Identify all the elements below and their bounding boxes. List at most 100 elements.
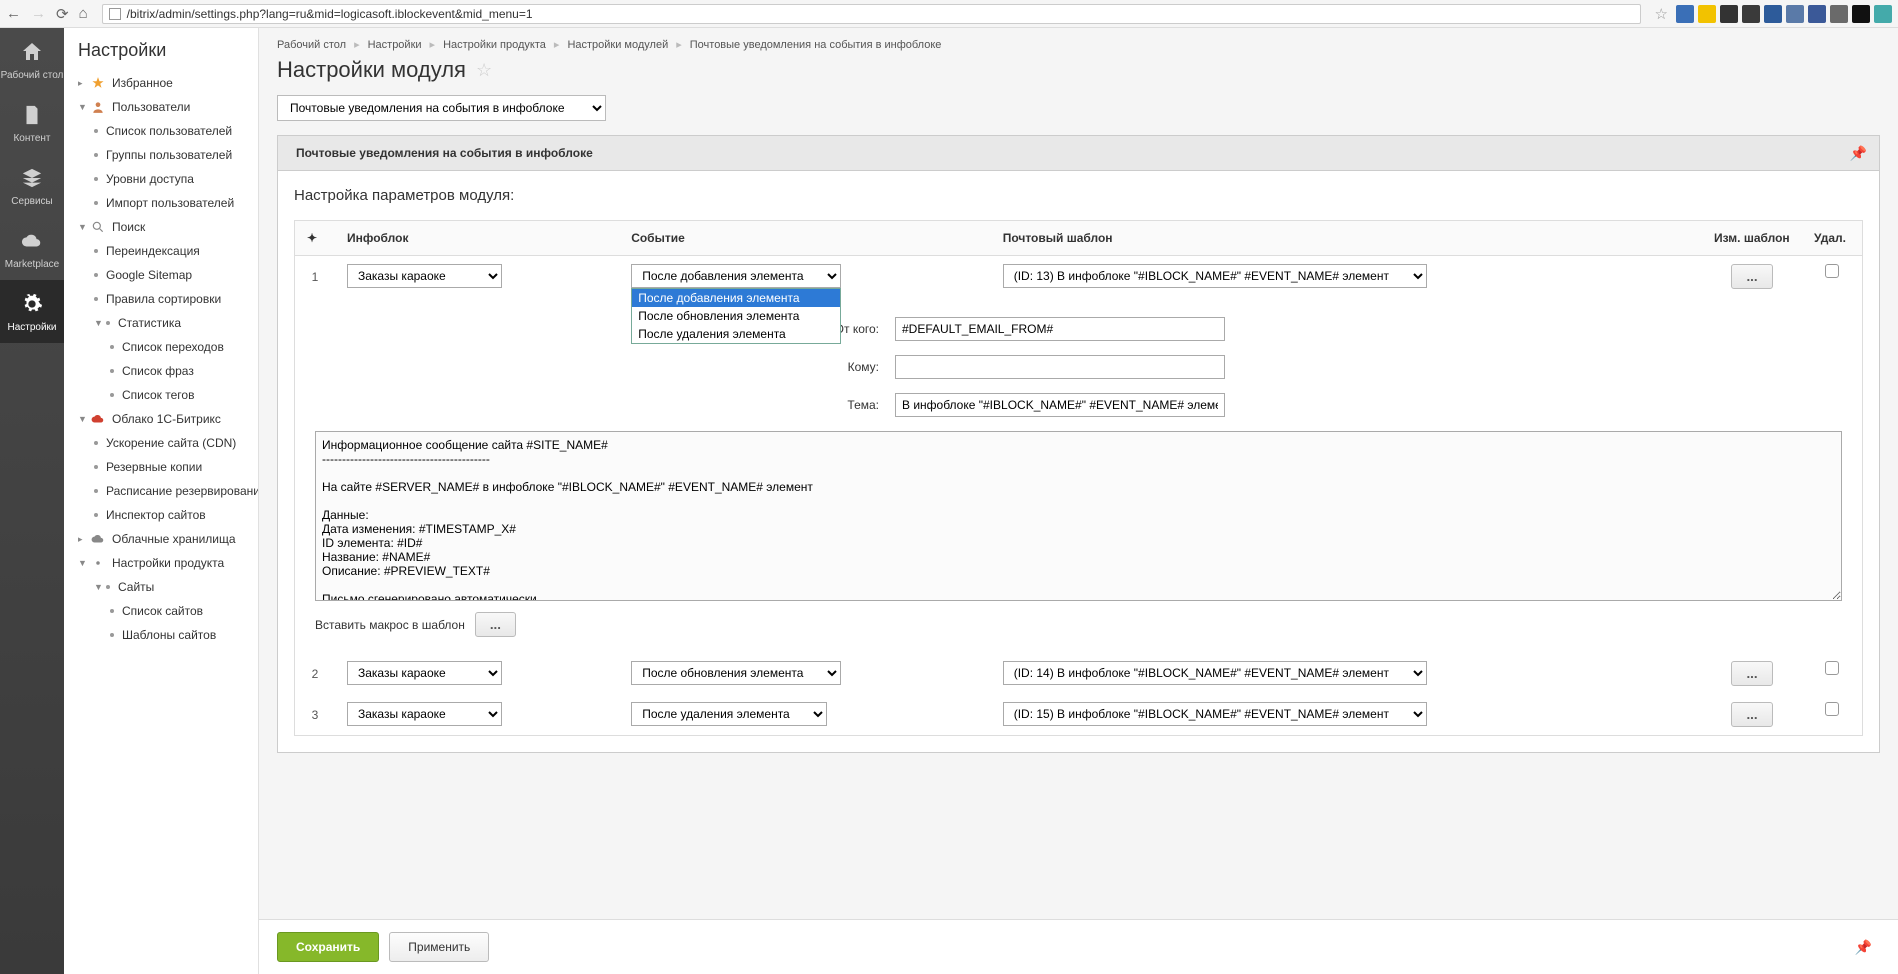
body-textarea[interactable] (315, 431, 1842, 601)
ext-icon[interactable] (1808, 5, 1826, 23)
expand-icon[interactable]: ▸ (78, 78, 88, 89)
breadcrumb-item[interactable]: Почтовые уведомления на события в инфобл… (690, 39, 942, 51)
ext-icon[interactable] (1852, 5, 1870, 23)
event-select[interactable]: После обновления элемента (631, 661, 841, 685)
subject-label: Тема: (315, 398, 895, 412)
forward-icon[interactable]: → (31, 5, 46, 23)
to-input[interactable] (895, 355, 1225, 379)
breadcrumb-item[interactable]: Настройки модулей (567, 39, 668, 51)
pin-icon[interactable]: 📌 (1838, 145, 1879, 162)
macro-button[interactable]: ... (475, 612, 516, 637)
template-select[interactable]: (ID: 15) В инфоблоке "#IBLOCK_NAME#" #EV… (1003, 702, 1427, 726)
rail-label: Рабочий стол (1, 70, 64, 81)
delete-checkbox[interactable] (1825, 702, 1839, 716)
sidebar-item[interactable]: Google Sitemap (64, 263, 258, 287)
dropdown-option[interactable]: После обновления элемента (632, 307, 840, 325)
handle-icon: ✦ (307, 231, 317, 245)
iblock-select[interactable]: Заказы караоке (347, 661, 502, 685)
dropdown-option[interactable]: После добавления элемента (632, 289, 840, 307)
table-row: 2 Заказы караоке После обновления элемен… (295, 653, 1862, 694)
rail-services[interactable]: Сервисы (0, 154, 64, 217)
row-number: 2 (295, 653, 335, 694)
ext-icon[interactable] (1720, 5, 1738, 23)
sidebar-item[interactable]: Шаблоны сайтов (64, 623, 258, 647)
sidebar-item[interactable]: ▸Избранное (64, 71, 258, 95)
ext-icon[interactable] (1676, 5, 1694, 23)
sidebar-item[interactable]: Расписание резервирования (64, 479, 258, 503)
delete-checkbox[interactable] (1825, 264, 1839, 278)
edit-template-button[interactable]: ... (1731, 264, 1772, 289)
ext-icon[interactable] (1830, 5, 1848, 23)
sidebar-item[interactable]: Инспектор сайтов (64, 503, 258, 527)
edit-template-button[interactable]: ... (1731, 661, 1772, 686)
rail-settings[interactable]: Настройки (0, 280, 64, 343)
sidebar-item[interactable]: ▼Пользователи (64, 95, 258, 119)
expand-icon[interactable]: ▼ (78, 222, 88, 232)
sidebar-item[interactable]: Резервные копии (64, 455, 258, 479)
sidebar-item[interactable]: ▼Облако 1С-Битрикс (64, 407, 258, 431)
sidebar-item[interactable]: ▼Статистика (64, 311, 258, 335)
delete-checkbox[interactable] (1825, 661, 1839, 675)
sidebar-item[interactable]: Группы пользователей (64, 143, 258, 167)
ext-icon[interactable] (1698, 5, 1716, 23)
edit-template-button[interactable]: ... (1731, 702, 1772, 727)
url-input[interactable]: /bitrix/admin/settings.php?lang=ru&mid=l… (102, 4, 1641, 24)
breadcrumb-item[interactable]: Настройки (368, 39, 422, 51)
sidebar-item[interactable]: ▸Облачные хранилища (64, 527, 258, 551)
col-edit: Изм. шаблон (1702, 221, 1802, 256)
subject-input[interactable] (895, 393, 1225, 417)
module-select[interactable]: Почтовые уведомления на события в инфобл… (277, 95, 606, 121)
expand-icon[interactable]: ▼ (78, 414, 88, 424)
sidebar-item[interactable]: ▼Настройки продукта (64, 551, 258, 575)
event-select[interactable]: После удаления элемента (631, 702, 827, 726)
back-icon[interactable]: ← (6, 5, 21, 23)
iblock-select[interactable]: Заказы караоке (347, 264, 502, 288)
ext-icon[interactable] (1786, 5, 1804, 23)
expand-icon[interactable]: ▼ (78, 558, 88, 568)
sidebar-item[interactable]: Переиндексация (64, 239, 258, 263)
sidebar-item[interactable]: Правила сортировки (64, 287, 258, 311)
breadcrumb-item[interactable]: Настройки продукта (443, 39, 546, 51)
bookmark-star-icon[interactable]: ☆ (1655, 5, 1668, 23)
breadcrumb-item[interactable]: Рабочий стол (277, 39, 346, 51)
sidebar-item[interactable]: Список переходов (64, 335, 258, 359)
pin-icon[interactable]: 📌 (1855, 939, 1880, 956)
sidebar-item[interactable]: Список тегов (64, 383, 258, 407)
expand-icon[interactable]: ▼ (78, 102, 88, 112)
sidebar-item[interactable]: Список сайтов (64, 599, 258, 623)
template-select[interactable]: (ID: 14) В инфоблоке "#IBLOCK_NAME#" #EV… (1003, 661, 1427, 685)
expand-icon[interactable]: ▼ (94, 582, 104, 592)
home-icon[interactable]: ⌂ (79, 5, 88, 23)
bullet-icon (110, 369, 114, 373)
from-input[interactable] (895, 317, 1225, 341)
ext-icon[interactable] (1874, 5, 1892, 23)
save-button[interactable]: Сохранить (277, 932, 379, 962)
table-row: 1 Заказы караоке После добавления элемен… (295, 256, 1862, 298)
iblock-select[interactable]: Заказы караоке (347, 702, 502, 726)
rail-label: Контент (13, 133, 50, 144)
sidebar-item-label: Импорт пользователей (106, 196, 234, 210)
sidebar-item[interactable]: Ускорение сайта (CDN) (64, 431, 258, 455)
rail-content[interactable]: Контент (0, 91, 64, 154)
sidebar-item[interactable]: Список фраз (64, 359, 258, 383)
rules-table: ✦ Инфоблок Событие Почтовый шаблон Изм. … (295, 221, 1862, 735)
sidebar-item[interactable]: ▼Сайты (64, 575, 258, 599)
dropdown-option[interactable]: После удаления элемента (632, 325, 840, 343)
sidebar-item[interactable]: Уровни доступа (64, 167, 258, 191)
template-select[interactable]: (ID: 13) В инфоблоке "#IBLOCK_NAME#" #EV… (1003, 264, 1427, 288)
tab-main[interactable]: Почтовые уведомления на события в инфобл… (278, 136, 611, 170)
sidebar-item-label: Google Sitemap (106, 268, 192, 282)
expand-icon[interactable]: ▸ (78, 534, 88, 545)
expand-icon[interactable]: ▼ (94, 318, 104, 328)
favorite-star-icon[interactable]: ☆ (476, 60, 492, 81)
reload-icon[interactable]: ⟳ (56, 5, 69, 23)
ext-icon[interactable] (1742, 5, 1760, 23)
rail-desktop[interactable]: Рабочий стол (0, 28, 64, 91)
sidebar-item[interactable]: Импорт пользователей (64, 191, 258, 215)
apply-button[interactable]: Применить (389, 932, 489, 962)
event-select[interactable]: После добавления элемента (631, 264, 841, 288)
sidebar-item[interactable]: Список пользователей (64, 119, 258, 143)
sidebar-item[interactable]: ▼Поиск (64, 215, 258, 239)
ext-icon[interactable] (1764, 5, 1782, 23)
rail-marketplace[interactable]: Marketplace (0, 217, 64, 280)
